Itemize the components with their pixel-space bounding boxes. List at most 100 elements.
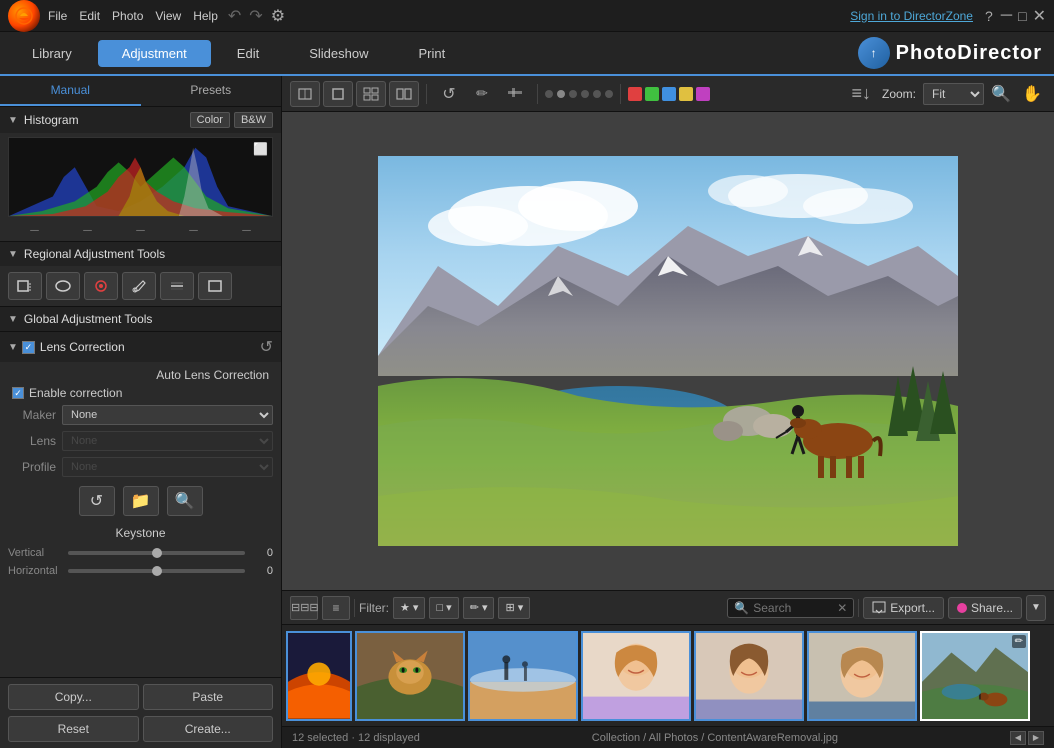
dot-3[interactable] (569, 90, 577, 98)
brush-tool-btn[interactable] (122, 272, 156, 300)
minimize-icon[interactable]: ─ (1001, 7, 1012, 25)
lens-correction-header[interactable]: ▼ ✓ Lens Correction ↺ (0, 332, 281, 362)
detail-view-btn[interactable]: ≡ (322, 596, 350, 620)
help-icon[interactable]: ? (985, 8, 993, 24)
filter-adj-btn[interactable]: ✏ ▾ (463, 597, 495, 619)
menu-file[interactable]: File (48, 9, 67, 23)
dot-4[interactable] (581, 90, 589, 98)
back-icon[interactable]: ↶ (228, 6, 241, 26)
heal-btn[interactable] (500, 81, 530, 107)
thumb-woman1[interactable] (581, 631, 691, 721)
horizontal-slider[interactable] (68, 569, 245, 573)
tab-adjustment[interactable]: Adjustment (98, 40, 211, 67)
vertical-slider[interactable] (68, 551, 245, 555)
color-red[interactable] (628, 87, 642, 101)
lens-checkbox[interactable]: ✓ (22, 341, 35, 354)
maker-dropdown[interactable]: None (62, 405, 273, 425)
folder-btn[interactable]: 📁 (123, 486, 159, 516)
dot-2[interactable] (557, 90, 565, 98)
lens-undo-icon[interactable]: ↺ (260, 337, 273, 357)
menu-help[interactable]: Help (193, 9, 218, 23)
lens-dropdown[interactable]: None (62, 431, 273, 451)
copy-button[interactable]: Copy... (8, 684, 139, 710)
tab-presets[interactable]: Presets (141, 76, 282, 106)
keystone-section: Keystone Vertical 0 Horizontal (0, 522, 281, 584)
menu-photo[interactable]: Photo (112, 9, 143, 23)
dot-6[interactable] (605, 90, 613, 98)
regional-tools-header[interactable]: ▼ Regional Adjustment Tools (0, 242, 281, 266)
thumb-cat[interactable] (355, 631, 465, 721)
mask-btn[interactable] (198, 272, 232, 300)
lens-correction-body: Auto Lens Correction ✓ Enable correction… (0, 362, 281, 588)
view-grid-btn[interactable] (356, 81, 386, 107)
color-btn[interactable]: Color (190, 112, 230, 128)
color-yellow[interactable] (679, 87, 693, 101)
menu-view[interactable]: View (155, 9, 181, 23)
close-icon[interactable]: ✕ (1033, 6, 1046, 26)
tab-print[interactable]: Print (394, 40, 469, 67)
histogram-expand-icon[interactable]: ⬜ (253, 142, 268, 156)
thumb-woman3[interactable] (807, 631, 917, 721)
tab-edit[interactable]: Edit (213, 40, 283, 67)
regional-tools-section: ▼ Regional Adjustment Tools (0, 241, 281, 306)
list-view-btn[interactable]: ⊟⊟⊟ (290, 596, 318, 620)
filter-all-btn[interactable]: ★ ▾ (393, 597, 425, 619)
radial-filter-btn[interactable] (84, 272, 118, 300)
horizontal-thumb[interactable] (152, 566, 162, 576)
selection-rect-btn[interactable] (8, 272, 42, 300)
scroll-left-btn[interactable]: ◀ (1010, 731, 1026, 745)
zoom-select[interactable]: Fit Fill 25% 50% 100% (923, 83, 984, 105)
share-button[interactable]: Share... (948, 597, 1022, 619)
gradient-tool-btn[interactable] (160, 272, 194, 300)
scroll-right-btn[interactable]: ▶ (1028, 731, 1044, 745)
search-input[interactable] (753, 601, 833, 615)
hand-icon[interactable]: ✋ (1018, 81, 1046, 107)
color-green[interactable] (645, 87, 659, 101)
paste-button[interactable]: Paste (143, 684, 274, 710)
maximize-icon[interactable]: □ (1018, 8, 1026, 24)
panel-reset-buttons: Reset Create... (0, 716, 281, 748)
view-compare-btn[interactable] (389, 81, 419, 107)
sort-icon[interactable]: ≡↓ (851, 83, 871, 104)
thumb-beach[interactable] (468, 631, 578, 721)
menu-edit[interactable]: Edit (79, 9, 100, 23)
settings-icon[interactable]: ⚙ (271, 6, 285, 26)
search-btn[interactable]: 🔍 (167, 486, 203, 516)
sep2 (537, 84, 538, 104)
view-fit-btn[interactable] (290, 81, 320, 107)
filmstrip-toolbar: ⊟⊟⊟ ≡ Filter: ★ ▾ □ ▾ ✏ ▾ ⊞ ▾ 🔍 ✕ (282, 590, 1054, 624)
thumb-woman2[interactable] (694, 631, 804, 721)
thumb-mountain[interactable]: ✏ (920, 631, 1030, 721)
auto-lens-row: Auto Lens Correction (0, 366, 281, 384)
share-dropdown-btn[interactable]: ▼ (1026, 595, 1046, 621)
bw-btn[interactable]: B&W (234, 112, 273, 128)
dot-5[interactable] (593, 90, 601, 98)
forward-icon[interactable]: ↷ (249, 6, 262, 26)
rotate-btn[interactable]: ↺ (434, 81, 464, 107)
color-blue[interactable] (662, 87, 676, 101)
tab-manual[interactable]: Manual (0, 76, 141, 106)
tab-library[interactable]: Library (8, 40, 96, 67)
enable-checkbox[interactable]: ✓ (12, 387, 24, 399)
create-button[interactable]: Create... (143, 716, 274, 742)
tab-slideshow[interactable]: Slideshow (285, 40, 392, 67)
magnifier-icon[interactable]: 🔍 (987, 81, 1015, 107)
reset-button[interactable]: Reset (8, 716, 139, 742)
export-button[interactable]: Export... (863, 597, 944, 619)
view-single-btn[interactable] (323, 81, 353, 107)
adjust-btn[interactable]: ✏ (467, 81, 497, 107)
search-clear-btn[interactable]: ✕ (837, 601, 847, 615)
sign-in-link[interactable]: Sign in to DirectorZone (850, 9, 973, 23)
dot-1[interactable] (545, 90, 553, 98)
filter-flag-btn[interactable]: ⊞ ▾ (498, 597, 530, 619)
global-tools-header[interactable]: ▼ Global Adjustment Tools (0, 307, 281, 331)
histogram-header[interactable]: ▼ Histogram Color B&W (0, 107, 281, 133)
vertical-thumb[interactable] (152, 548, 162, 558)
selection-oval-btn[interactable] (46, 272, 80, 300)
profile-dropdown[interactable]: None (62, 457, 273, 477)
color-purple[interactable] (696, 87, 710, 101)
lens-correction-section: ▼ ✓ Lens Correction ↺ Auto Lens Correcti… (0, 331, 281, 588)
thumb-sunset[interactable] (286, 631, 352, 721)
filter-type-btn[interactable]: □ ▾ (429, 597, 458, 619)
refresh-btn[interactable]: ↺ (79, 486, 115, 516)
